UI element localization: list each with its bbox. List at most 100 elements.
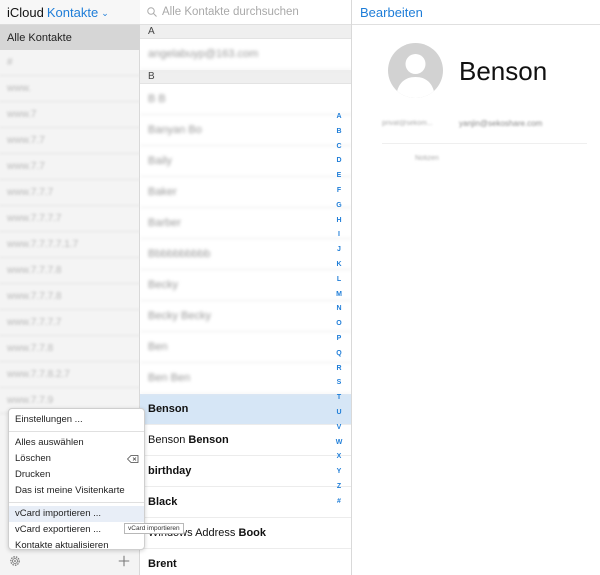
- contact-row[interactable]: Black: [140, 487, 351, 518]
- menu-item-my-card[interactable]: Das ist meine Visitenkarte: [9, 483, 144, 499]
- brand-icloud: iCloud: [7, 4, 44, 20]
- contacts-app: iCloud Kontakte ⌄ Alle Kontakte # www. w…: [0, 0, 600, 575]
- contact-row[interactable]: Baker: [140, 177, 351, 208]
- avatar: [388, 43, 443, 98]
- email-label: privat@sekom...: [382, 120, 433, 127]
- contact-row[interactable]: Ben: [140, 332, 351, 363]
- alpha-letter[interactable]: B: [336, 125, 341, 140]
- menu-item-import-vcard[interactable]: vCard importieren ...: [9, 506, 144, 522]
- group-item[interactable]: www.7.7.8: [0, 336, 140, 362]
- contact-name: Brent: [148, 558, 177, 570]
- contact-row[interactable]: Baily: [140, 146, 351, 177]
- gear-icon[interactable]: [8, 554, 22, 568]
- menu-item-select-all[interactable]: Alles auswählen: [9, 435, 144, 451]
- menu-item-refresh-contacts[interactable]: Kontakte aktualisieren: [9, 538, 144, 554]
- alpha-letter[interactable]: I: [338, 228, 340, 243]
- group-item[interactable]: www.7.7.7.8: [0, 284, 140, 310]
- group-item[interactable]: www.7.7.7.7: [0, 310, 140, 336]
- contact-last-name: Book: [238, 527, 267, 539]
- menu-item-print[interactable]: Drucken: [9, 467, 144, 483]
- contact-row[interactable]: Becky: [140, 270, 351, 301]
- contact-first-name: Benson: [148, 434, 186, 446]
- section-header-b: B: [140, 70, 351, 84]
- person-silhouette-icon: [396, 54, 435, 98]
- alpha-letter[interactable]: A: [336, 110, 341, 125]
- group-item[interactable]: www.7.7: [0, 154, 140, 180]
- contact-row[interactable]: angelabuyp@163.com: [140, 39, 351, 70]
- contact-row[interactable]: Bbbbbbbbbb: [140, 239, 351, 270]
- section-header-a: A: [140, 25, 351, 39]
- divider: [382, 143, 587, 144]
- detail-toolbar: Bearbeiten: [352, 0, 600, 25]
- alpha-letter[interactable]: T: [337, 391, 341, 406]
- alpha-letter[interactable]: U: [336, 406, 341, 421]
- alpha-letter[interactable]: P: [337, 332, 342, 347]
- group-item[interactable]: #: [0, 50, 140, 76]
- contact-row[interactable]: Benson Benson: [140, 425, 351, 456]
- chevron-down-icon[interactable]: ⌄: [101, 8, 109, 19]
- alpha-letter[interactable]: Z: [337, 480, 341, 495]
- delete-key-icon: [127, 455, 139, 463]
- group-item[interactable]: www.7.7.7: [0, 180, 140, 206]
- contact-row[interactable]: Barber: [140, 208, 351, 239]
- alpha-letter[interactable]: H: [336, 214, 341, 229]
- contact-row-selected[interactable]: Benson: [140, 394, 351, 425]
- menu-item-delete-label: Löschen: [15, 453, 51, 464]
- app-switcher[interactable]: iCloud Kontakte ⌄: [0, 0, 140, 25]
- tooltip: vCard importieren: [124, 523, 184, 534]
- alpha-letter[interactable]: G: [336, 199, 341, 214]
- alpha-letter[interactable]: C: [336, 140, 341, 155]
- alphabet-index[interactable]: A B C D E F G H I J K L M N O P Q R S T …: [331, 110, 347, 510]
- alpha-letter[interactable]: R: [336, 362, 341, 377]
- alpha-letter[interactable]: S: [337, 376, 342, 391]
- contact-name: birthday: [148, 465, 192, 477]
- contact-name: Black: [148, 496, 178, 508]
- contact-row[interactable]: Brent: [140, 549, 351, 575]
- alpha-letter[interactable]: K: [336, 258, 341, 273]
- alpha-letter[interactable]: W: [336, 436, 343, 451]
- group-item[interactable]: www.: [0, 76, 140, 102]
- contact-row[interactable]: Banyan Bo: [140, 115, 351, 146]
- alpha-letter[interactable]: O: [336, 317, 341, 332]
- alpha-letter[interactable]: D: [336, 154, 341, 169]
- group-all-contacts[interactable]: Alle Kontakte: [0, 25, 140, 50]
- search-input[interactable]: Alle Kontakte durchsuchen: [162, 6, 299, 18]
- menu-divider: [9, 431, 144, 432]
- alpha-letter[interactable]: N: [336, 302, 341, 317]
- alpha-letter[interactable]: #: [337, 495, 341, 510]
- notes-label: Notizen: [415, 155, 439, 162]
- menu-divider: [9, 502, 144, 503]
- add-contact-icon[interactable]: [117, 554, 131, 568]
- alpha-letter[interactable]: F: [337, 184, 341, 199]
- contact-list: Alle Kontakte durchsuchen A angelabuyp@1…: [140, 0, 352, 575]
- alpha-letter[interactable]: X: [337, 450, 342, 465]
- group-item[interactable]: www.7.7.7.8: [0, 258, 140, 284]
- alpha-letter[interactable]: E: [337, 169, 342, 184]
- group-list: # www. www.7 www.7.7 www.7.7 www.7.7.7 w…: [0, 50, 140, 414]
- group-item[interactable]: www.7.7.8.2.7: [0, 362, 140, 388]
- search-icon: [147, 7, 157, 17]
- alpha-letter[interactable]: L: [337, 273, 341, 288]
- contact-row[interactable]: B B: [140, 84, 351, 115]
- menu-item-delete[interactable]: Löschen: [9, 451, 144, 467]
- search-bar[interactable]: Alle Kontakte durchsuchen: [140, 0, 351, 25]
- alpha-letter[interactable]: V: [337, 421, 342, 436]
- contact-row[interactable]: Ben Ben: [140, 363, 351, 394]
- contact-rows: A angelabuyp@163.com B B B Banyan Bo Bai…: [140, 25, 351, 575]
- alpha-letter[interactable]: J: [337, 243, 341, 258]
- contact-row[interactable]: Becky Becky: [140, 301, 351, 332]
- group-item[interactable]: www.7.7.7.7: [0, 206, 140, 232]
- group-item[interactable]: www.7.7: [0, 128, 140, 154]
- edit-button[interactable]: Bearbeiten: [360, 5, 423, 20]
- email-value[interactable]: yanjin@sekoshare.com: [459, 119, 542, 128]
- alpha-letter[interactable]: Q: [336, 347, 341, 362]
- alpha-letter[interactable]: Y: [337, 465, 342, 480]
- group-item[interactable]: www.7: [0, 102, 140, 128]
- alpha-letter[interactable]: M: [336, 288, 342, 303]
- group-item[interactable]: www.7.7.7.7.1.7: [0, 232, 140, 258]
- contact-last-name: Benson: [188, 434, 229, 446]
- contact-row[interactable]: birthday: [140, 456, 351, 487]
- menu-item-settings[interactable]: Einstellungen ...: [9, 412, 144, 428]
- contact-name-heading: Benson: [459, 56, 548, 86]
- brand-module[interactable]: Kontakte: [47, 5, 98, 20]
